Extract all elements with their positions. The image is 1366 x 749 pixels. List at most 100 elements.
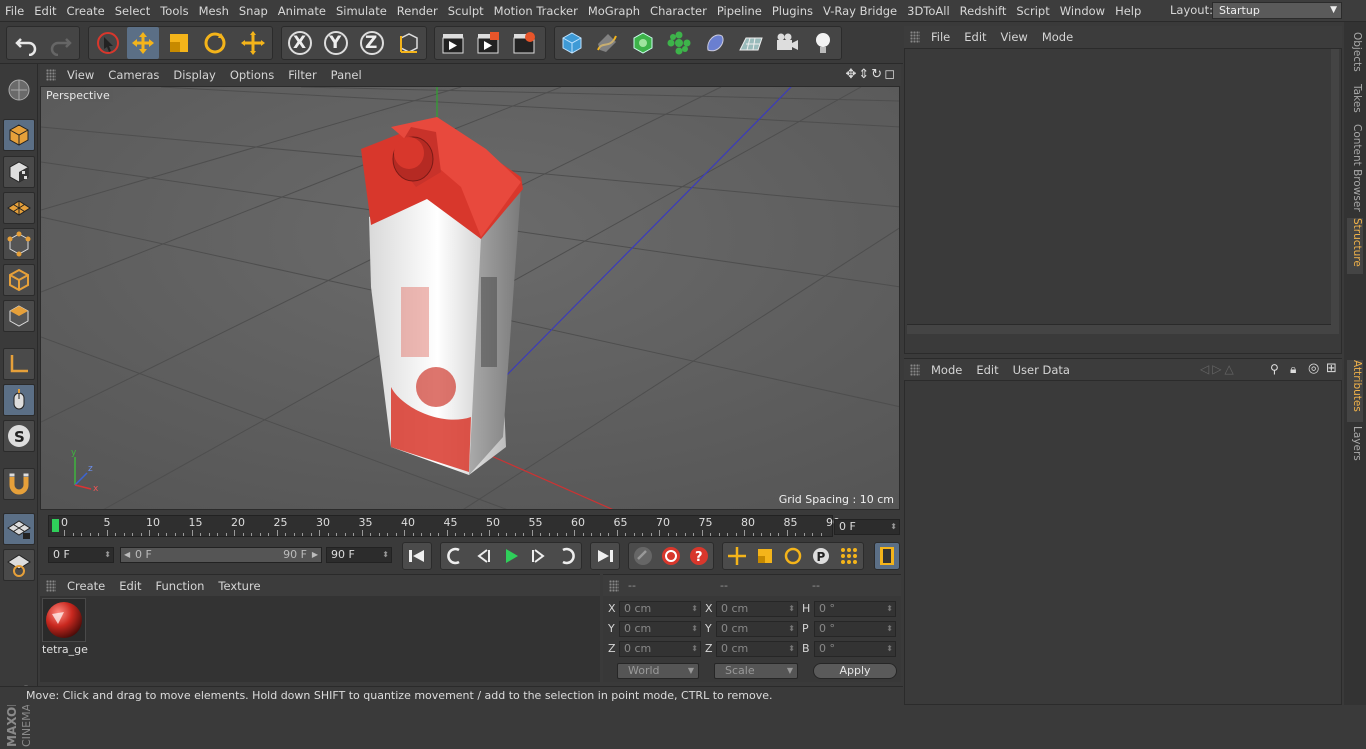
coordinate-space-dropdown[interactable]: World ▼ [617, 663, 699, 679]
object-menu-mode[interactable]: Mode [1035, 30, 1080, 44]
live-selection-icon[interactable] [92, 27, 124, 59]
search-icon[interactable]: ⚲ [1270, 362, 1279, 376]
menu-tools[interactable]: Tools [155, 4, 193, 18]
play-forward-icon[interactable] [498, 543, 524, 569]
previous-key-icon[interactable] [442, 543, 468, 569]
planar-workplane-icon[interactable] [3, 549, 35, 581]
attribute-menu-mode[interactable]: Mode [924, 363, 969, 377]
camera-icon[interactable] [771, 27, 803, 59]
pen-icon[interactable] [591, 27, 623, 59]
rotation-p-field[interactable]: 0 ° ⬍ [814, 621, 896, 637]
stepper-icon[interactable]: ⬍ [788, 602, 795, 616]
floor-icon[interactable] [735, 27, 767, 59]
size-z-field[interactable]: 0 cm ⬍ [716, 641, 798, 657]
menu-mograph[interactable]: MoGraph [583, 4, 645, 18]
previous-frame-icon[interactable] [470, 543, 496, 569]
polygons-mode-icon[interactable] [3, 300, 35, 332]
z-axis-lock-button[interactable]: Z [356, 27, 388, 59]
preview-range-slider[interactable]: ◀ 0 F 90 F ▶ [120, 547, 322, 563]
panel-grip-icon[interactable] [46, 69, 56, 81]
vertical-scrollbar[interactable] [1331, 49, 1339, 334]
viewport-menu-panel[interactable]: Panel [324, 68, 369, 82]
menu-3dtoall[interactable]: 3DToAll [902, 4, 955, 18]
viewport-menu-view[interactable]: View [60, 68, 101, 82]
stepper-icon[interactable]: ⬍ [788, 622, 795, 636]
stepper-icon[interactable]: ⬍ [890, 520, 897, 534]
menu-mesh[interactable]: Mesh [194, 4, 234, 18]
x-axis-lock-button[interactable]: X [284, 27, 316, 59]
current-frame-field[interactable]: 0 F ⬍ [834, 519, 900, 535]
tab-objects[interactable]: Objects [1347, 32, 1363, 82]
tab-attributes[interactable]: Attributes [1347, 360, 1363, 422]
workplane-lock-icon[interactable] [3, 513, 35, 545]
edit-render-settings-icon[interactable] [508, 27, 540, 59]
range-left-arrow-icon[interactable]: ◀ [124, 548, 130, 562]
menu-render[interactable]: Render [392, 4, 443, 18]
material-menu-function[interactable]: Function [149, 579, 212, 593]
deformer-icon[interactable] [699, 27, 731, 59]
key-scale-icon[interactable] [752, 543, 778, 569]
attribute-menu-edit[interactable]: Edit [969, 363, 1005, 377]
go-to-start-icon[interactable] [404, 543, 430, 569]
menu-help[interactable]: Help [1110, 4, 1146, 18]
size-mode-dropdown[interactable]: Scale ▼ [714, 663, 798, 679]
stepper-icon[interactable]: ⬍ [886, 622, 893, 636]
menu-sculpt[interactable]: Sculpt [443, 4, 489, 18]
axis-mode-icon[interactable] [3, 348, 35, 380]
next-frame-icon[interactable] [526, 543, 552, 569]
stepper-icon[interactable]: ⬍ [382, 548, 389, 562]
position-x-field[interactable]: 0 cm ⬍ [619, 601, 701, 617]
cube-icon[interactable] [556, 27, 588, 59]
move-icon[interactable] [127, 27, 159, 59]
model-mode-icon[interactable] [3, 119, 35, 151]
history-arrows-icon[interactable]: ◁▷△ [1200, 362, 1237, 376]
stepper-icon[interactable]: ⬍ [691, 642, 698, 656]
new-panel-icon[interactable]: ⊞ [1326, 361, 1337, 376]
subdivision-icon[interactable] [627, 27, 659, 59]
points-mode-icon[interactable] [3, 228, 35, 260]
panel-grip-icon[interactable] [609, 580, 619, 592]
solo-mode-icon[interactable]: S [3, 420, 35, 452]
key-rotation-icon[interactable] [780, 543, 806, 569]
stepper-icon[interactable]: ⬍ [691, 622, 698, 636]
menu-animate[interactable]: Animate [273, 4, 331, 18]
coordinate-system-icon[interactable] [392, 27, 424, 59]
end-frame-field[interactable]: 90 F ⬍ [326, 547, 392, 563]
menu-vray-bridge[interactable]: V-Ray Bridge [818, 4, 902, 18]
make-editable-icon[interactable] [3, 74, 35, 106]
panel-grip-icon[interactable] [910, 31, 920, 43]
tab-structure[interactable]: Structure [1347, 218, 1363, 274]
key-position-icon[interactable] [724, 543, 750, 569]
object-list[interactable] [904, 48, 1342, 354]
pan-icon[interactable]: ✥ [845, 67, 858, 82]
frame-ruler[interactable]: 0 5 10 15 20 25 30 35 40 45 50 55 60 65 70 75 80 85 90 [48, 515, 840, 537]
viewport-menu-filter[interactable]: Filter [281, 68, 323, 82]
key-point-level-icon[interactable] [836, 543, 862, 569]
menu-snap[interactable]: Snap [234, 4, 273, 18]
next-key-icon[interactable] [554, 543, 580, 569]
menu-simulate[interactable]: Simulate [331, 4, 392, 18]
layout-select[interactable]: Startup ▼ [1212, 2, 1342, 19]
redo-icon[interactable] [45, 27, 77, 59]
panel-grip-icon[interactable] [46, 579, 56, 592]
dolly-icon[interactable]: ⇕ [858, 67, 871, 82]
start-frame-field[interactable]: 0 F ⬍ [48, 547, 114, 563]
render-picture-viewer-icon[interactable] [472, 27, 504, 59]
attribute-menu-user-data[interactable]: User Data [1006, 363, 1077, 377]
y-axis-lock-button[interactable]: Y [320, 27, 352, 59]
size-x-field[interactable]: 0 cm ⬍ [716, 601, 798, 617]
menu-character[interactable]: Character [645, 4, 712, 18]
stepper-icon[interactable]: ⬍ [104, 548, 111, 562]
menu-plugins[interactable]: Plugins [767, 4, 818, 18]
perspective-viewport[interactable]: Perspective y z x Grid Spacing : 10 cm [40, 86, 900, 510]
tab-takes[interactable]: Takes [1347, 84, 1363, 120]
menu-create[interactable]: Create [62, 4, 110, 18]
menu-edit[interactable]: Edit [29, 4, 61, 18]
edges-mode-icon[interactable] [3, 264, 35, 296]
position-y-field[interactable]: 0 cm ⬍ [619, 621, 701, 637]
material-menu-edit[interactable]: Edit [112, 579, 148, 593]
target-icon[interactable]: ◎ [1308, 361, 1319, 376]
timeline-window-icon[interactable] [874, 543, 900, 569]
snap-magnet-icon[interactable] [3, 468, 35, 500]
position-z-field[interactable]: 0 cm ⬍ [619, 641, 701, 657]
